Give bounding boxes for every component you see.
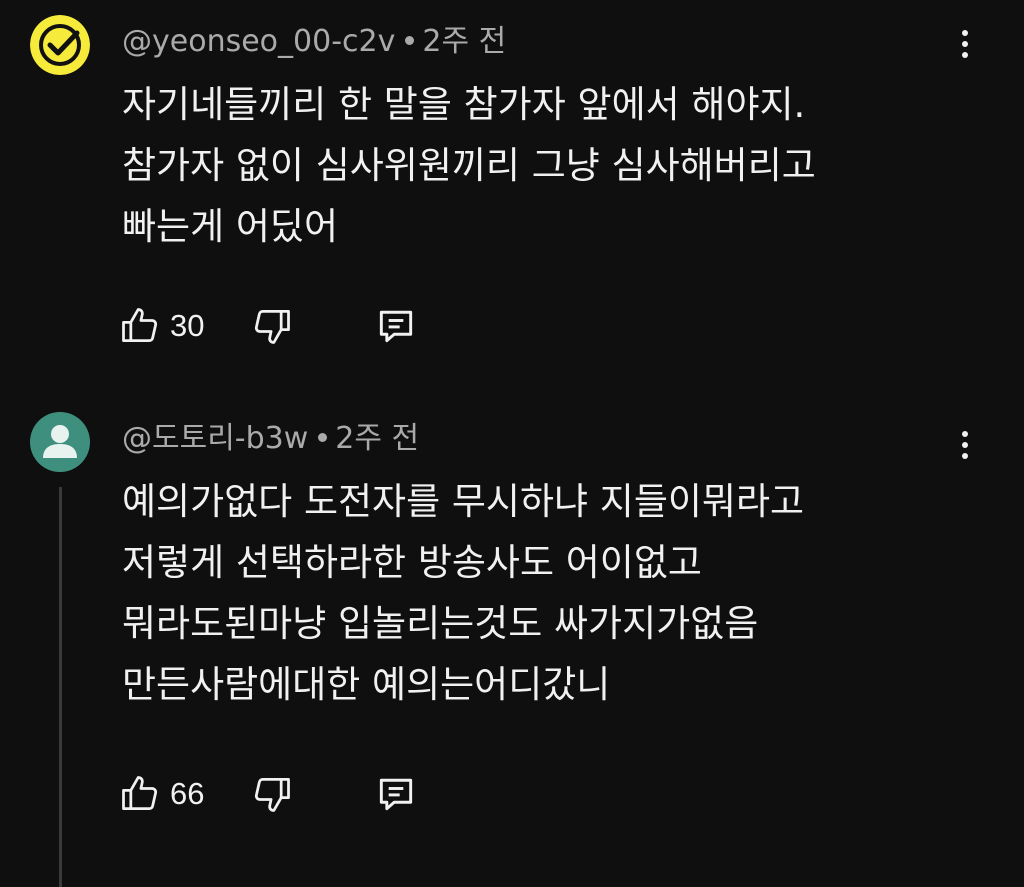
thumbs-down-icon (255, 777, 291, 812)
comment-line: 자기네들끼리 한 말을 참가자 앞에서 해야지. (122, 83, 806, 126)
comment-meta: @yeonseo_00-c2v 2주 전 (122, 27, 506, 57)
thumbs-up-icon (122, 776, 158, 811)
like-count: 30 (170, 308, 205, 343)
verified-check-avatar-icon (30, 15, 90, 75)
comment-actions: 30 (118, 301, 418, 351)
comment-line: 참가자 없이 심사위원끼리 그냥 심사해버리고 (122, 144, 816, 187)
comment-line: 저렇게 선택하라한 방송사도 어이없고 (122, 541, 702, 584)
comment-time: 2주 전 (422, 24, 507, 59)
comment-text: 자기네들끼리 한 말을 참가자 앞에서 해야지. 참가자 없이 심사위원끼리 그… (122, 74, 982, 257)
comment-line: 빠는게 어딨어 (122, 205, 339, 248)
reply-button[interactable] (374, 304, 418, 348)
separator-dot (318, 433, 328, 442)
avatar[interactable] (30, 412, 90, 472)
author-handle[interactable]: @yeonseo_00-c2v (122, 24, 395, 59)
thread-line (59, 487, 62, 887)
separator-dot (405, 36, 415, 45)
comment-time: 2주 전 (335, 421, 420, 456)
author-handle[interactable]: @도토리-b3w (122, 421, 308, 456)
comment-icon (380, 310, 413, 343)
thumbs-down-icon (255, 309, 291, 344)
default-person-icon (43, 425, 77, 458)
comment-line: 만든사람에대한 예의는어디갔니 (122, 663, 611, 706)
like-count: 66 (170, 776, 205, 811)
more-options-button[interactable] (950, 425, 980, 465)
comment-icon (380, 778, 413, 811)
comment-text: 예의가없다 도전자를 무시하냐 지들이뭐라고 저렇게 선택하라한 방송사도 어이… (122, 471, 982, 715)
avatar[interactable] (30, 15, 90, 75)
comment-actions: 66 (118, 769, 418, 819)
comment-meta: @도토리-b3w 2주 전 (122, 424, 419, 454)
like-button[interactable]: 30 (118, 304, 204, 348)
comment-line: 뭐라도된마냥 입놀리는것도 싸가지가없음 (122, 602, 759, 645)
dislike-button[interactable] (250, 772, 294, 816)
thumbs-up-icon (122, 308, 158, 343)
more-options-button[interactable] (950, 24, 980, 64)
dislike-button[interactable] (250, 304, 294, 348)
reply-button[interactable] (374, 772, 418, 816)
comment-line: 예의가없다 도전자를 무시하냐 지들이뭐라고 (122, 480, 805, 523)
like-button[interactable]: 66 (118, 772, 204, 816)
more-vertical-icon (962, 30, 968, 58)
more-vertical-icon (962, 431, 968, 459)
